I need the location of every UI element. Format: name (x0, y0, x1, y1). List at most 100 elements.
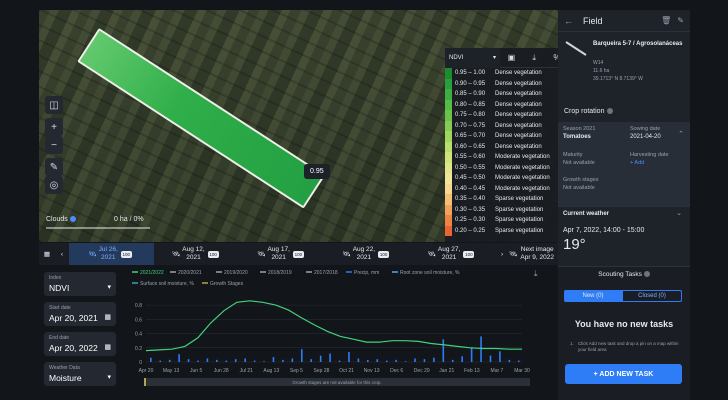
legend-range: 0.35 – 0.40 (455, 196, 486, 203)
precip-bar (300, 349, 303, 362)
index-selector[interactable]: NDVI ▾ (445, 47, 500, 68)
precip-bar (329, 353, 331, 362)
index-label: Index (49, 275, 62, 281)
legend-row: 0.85 – 0.90Dense vegetation5.15 ha (445, 89, 558, 100)
end-date-value-row: Apr 20, 2022 ▦ (49, 343, 111, 353)
tab-closed-tasks[interactable]: Closed (0) (622, 290, 682, 302)
legend-range: 0.90 – 0.95 (455, 80, 486, 87)
ndvi-line (145, 300, 522, 352)
download-icon: ⤓ (534, 269, 538, 278)
legend-row: 0.70 – 0.75Dense vegetation0.98 ha (445, 120, 558, 131)
index-value: NDVI (49, 283, 70, 293)
timeline-year: 2021 (271, 254, 286, 261)
timeline-image[interactable]: 🛰 Aug 27, 2021 100 (410, 243, 495, 265)
clouds-slider[interactable] (46, 227, 150, 229)
precip-bar (404, 361, 407, 362)
legend-class: Dense vegetation (495, 91, 542, 98)
precip-bar (310, 359, 313, 362)
timeline-image[interactable]: 🛰 Aug 17, 2021 100 (239, 243, 324, 265)
legend-range: 0.85 – 0.90 (455, 91, 486, 98)
field-code: W14 (593, 60, 604, 66)
delete-icon[interactable]: 🗑 (661, 16, 671, 25)
harvest-add-link[interactable]: + Add (630, 160, 644, 166)
satellite-icon: 🛰 (342, 251, 351, 258)
precip-bar (291, 358, 294, 362)
legend-swatch (445, 152, 452, 163)
zoom-out-button[interactable]: − (45, 136, 63, 154)
y-tick-label: 0.2 (135, 346, 142, 352)
weather-data-label: Weather Data (49, 365, 80, 371)
sidebar-header: ← Field 🗑 ✎ (558, 10, 690, 32)
maturity-value: Not available (563, 160, 595, 166)
start-date-value: Apr 20, 2021 (49, 313, 98, 323)
y-tick-label: 0.4 (135, 332, 142, 338)
next-image-button[interactable]: 🛰 Next image Apr 9, 2022 (509, 243, 558, 265)
tab-new-tasks[interactable]: New (0) (564, 290, 622, 302)
chart-legend-label: Growth Stages (210, 281, 244, 287)
legend-swatch (445, 120, 452, 131)
precip-bar (376, 359, 379, 362)
legend-class: Moderate vegetation (495, 164, 550, 171)
legend-row: 0.50 – 0.55Moderate vegetation0.01 ha (445, 162, 558, 173)
satellite-icon: 🛰 (509, 251, 518, 258)
zoom-in-button[interactable]: + (45, 118, 63, 136)
season-card[interactable]: Season 2021 Tomatoes Sowing date 2021-04… (558, 122, 690, 206)
download-icon[interactable]: ⤓ (523, 53, 546, 63)
chart-legend-label: Root zone soil moisture, % (400, 270, 460, 276)
ndvi-legend: NDVI ▾ ▣ ⤓ % ⤡ 0.95 – 1.00Dense vegetati… (445, 47, 558, 242)
next-arrow-button[interactable]: › (495, 243, 509, 265)
timeline-image[interactable]: 🛰 Aug 12, 2021 100 (154, 243, 239, 265)
start-date-field[interactable]: Start date Apr 20, 2021 ▦ (44, 302, 116, 326)
timeline-image[interactable]: 🛰 Aug 22, 2021 100 (325, 243, 410, 265)
cloud-icon: 100 (120, 250, 132, 258)
x-tick-label: Mar 7 (491, 368, 504, 374)
legend-row: 0.95 – 1.00Dense vegetation0 ha (445, 68, 558, 79)
precip-bar (244, 358, 246, 362)
map-view[interactable]: 0.95 NDVI ▾ ▣ ⤓ % ⤡ 0.95 – 1.00Dense veg… (39, 10, 558, 242)
edit-icon[interactable]: ✎ (677, 16, 684, 25)
legend-swatch (445, 68, 452, 79)
chart-svg: 2021/2022 2020/2021 2019/2020 2018/2019 2017… (132, 269, 538, 386)
precip-bar (319, 355, 322, 362)
y-tick-label: 0.8 (135, 303, 142, 309)
weather-data-select[interactable]: Weather Data Moisture ▾ (44, 362, 116, 386)
compare-icon[interactable]: ◫ (45, 96, 63, 114)
add-new-task-button[interactable]: + ADD NEW TASK (565, 364, 682, 384)
weather-temperature: 19° (563, 236, 586, 253)
next-image-label: Next image (520, 246, 554, 253)
cloud-icon: 100 (207, 250, 219, 258)
prev-image-button[interactable]: ‹ (55, 243, 69, 265)
legend-class: Sparse vegetation (495, 206, 544, 213)
weather-data-value: Moisture (49, 373, 82, 383)
timeline-year: 2021 (186, 254, 201, 261)
legend-range: 0.55 – 0.60 (455, 154, 486, 161)
timeline-year: 2021 (101, 254, 116, 261)
legend-range: 0.75 – 0.80 (455, 112, 486, 119)
ruler-icon[interactable]: ✎ (45, 158, 63, 176)
x-tick-label: Mar 30 (514, 368, 530, 374)
x-tick-label: Jun 28 (214, 368, 229, 374)
back-icon[interactable]: ← (564, 16, 573, 26)
calendar-icon[interactable]: ▦ (39, 243, 55, 265)
timeline-year: 2021 (441, 254, 457, 261)
legend-swatch (445, 194, 452, 205)
field-area: 11.6 ha (593, 68, 610, 74)
legend-range: 0.65 – 0.70 (455, 133, 486, 140)
field-info: Barqueira 5-7 / Agrosolanáceas W14 11.6 … (558, 40, 690, 92)
legend-row: 0.55 – 0.60Moderate vegetation0.01 ha (445, 152, 558, 163)
growth-note: Growth stages are not available for this… (292, 380, 381, 385)
image-icon[interactable]: ▣ (500, 53, 523, 62)
weather-card: Current weather ⌄ Apr 7, 2022, 14:00 - 1… (558, 206, 690, 266)
index-select[interactable]: Index NDVI ▾ (44, 272, 116, 296)
timeline-image[interactable]: 🛰 Jul 26, 2021 100 (69, 243, 155, 265)
locate-icon[interactable]: ◎ (45, 176, 63, 194)
chevron-down-icon[interactable]: ⌄ (676, 209, 682, 217)
end-date-field[interactable]: End date Apr 20, 2022 ▦ (44, 332, 116, 356)
sowing-label: Sowing date (630, 126, 661, 132)
legend-class: Dense vegetation (495, 133, 542, 140)
chevron-up-icon[interactable]: ⌃ (678, 130, 684, 138)
percent-icon[interactable]: % (546, 53, 558, 62)
precip-bar (508, 359, 511, 362)
x-tick-label: Sep 5 (290, 368, 303, 374)
precip-bar (518, 360, 520, 362)
